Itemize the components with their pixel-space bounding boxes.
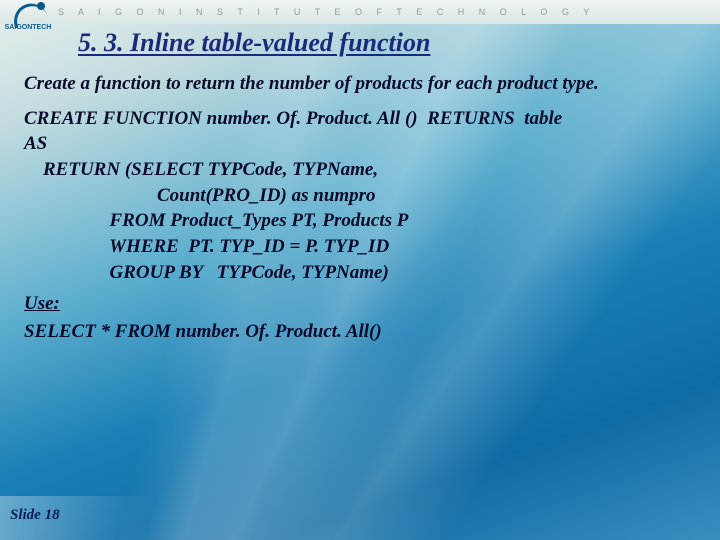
logo-swoosh-icon <box>9 2 47 26</box>
logo: SAIGONTECH <box>4 2 52 44</box>
header-bar: S A I G O N I N S T I T U T E O F T E C … <box>0 0 720 24</box>
slide-title: 5. 3. Inline table-valued function <box>78 28 430 58</box>
slide-number: Slide 18 <box>10 507 60 524</box>
logo-dot-icon <box>37 2 45 10</box>
use-query: SELECT * FROM number. Of. Product. All() <box>24 321 700 343</box>
slide-content: Create a function to return the number o… <box>24 72 700 343</box>
institute-name: S A I G O N I N S T I T U T E O F T E C … <box>58 7 595 17</box>
intro-text: Create a function to return the number o… <box>24 72 700 96</box>
sql-code: CREATE FUNCTION number. Of. Product. All… <box>24 106 700 285</box>
use-label: Use: <box>24 293 700 315</box>
